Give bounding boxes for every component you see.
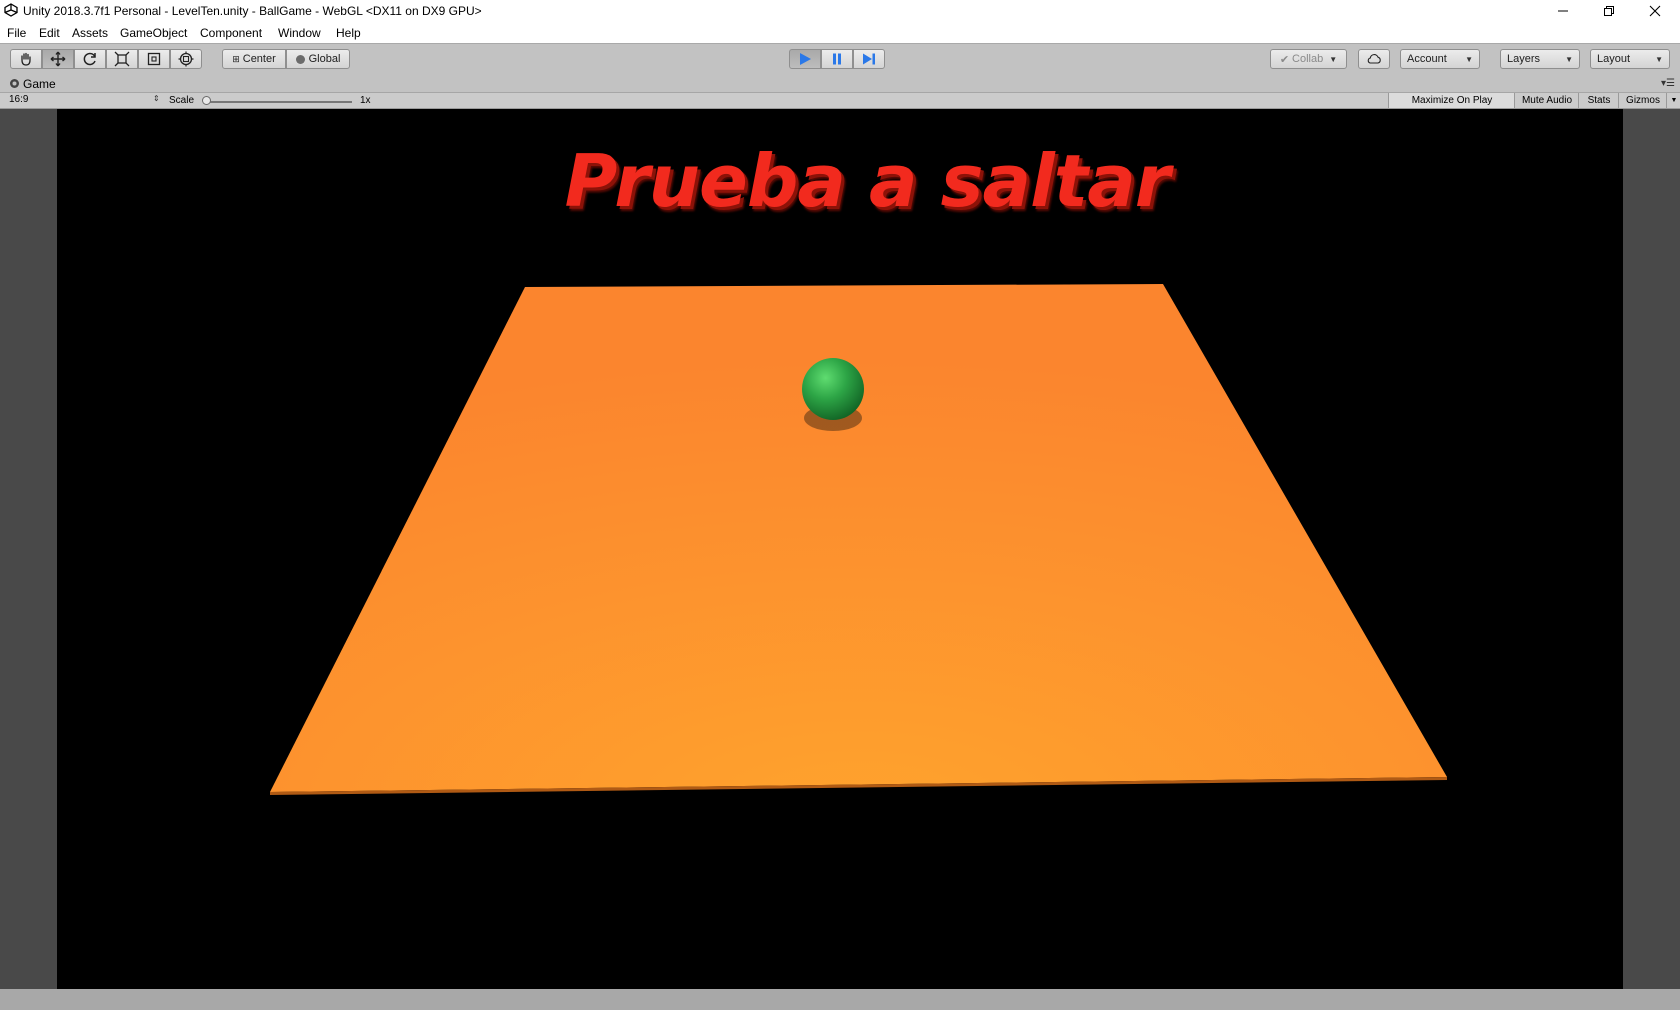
title-bar: Unity 2018.3.7f1 Personal - LevelTen.uni… bbox=[0, 0, 1680, 22]
layers-dropdown-icon: ▼ bbox=[1565, 54, 1573, 64]
rotate-icon bbox=[83, 52, 96, 66]
stats-toggle[interactable]: Stats bbox=[1578, 93, 1619, 108]
status-bar bbox=[0, 989, 1680, 1010]
minimize-icon bbox=[1558, 10, 1568, 12]
gizmos-dropdown-icon[interactable]: ▼ bbox=[1666, 93, 1680, 108]
account-label: Account bbox=[1407, 53, 1447, 65]
layers-label: Layers bbox=[1507, 53, 1541, 65]
game-tab-icon bbox=[10, 79, 19, 88]
collab-label: Collab bbox=[1292, 53, 1324, 65]
pivot-center-icon: ⊞ bbox=[232, 53, 240, 64]
rect-tool-button[interactable] bbox=[138, 49, 170, 69]
account-dropdown[interactable]: Account ▼ bbox=[1400, 49, 1480, 69]
layout-dropdown[interactable]: Layout ▼ bbox=[1590, 49, 1670, 69]
globe-icon bbox=[295, 54, 305, 64]
menu-help[interactable]: Help bbox=[336, 26, 361, 40]
account-dropdown-icon: ▼ bbox=[1465, 54, 1473, 64]
transform-tool-button[interactable] bbox=[170, 49, 202, 69]
layout-label: Layout bbox=[1597, 53, 1631, 65]
collab-dropdown-icon: ▼ bbox=[1329, 54, 1338, 64]
aspect-ratio-dropdown[interactable]: 16:9 bbox=[9, 94, 28, 105]
menu-window[interactable]: Window bbox=[278, 26, 321, 40]
hand-icon bbox=[21, 52, 31, 66]
game-view: Prueba a saltar bbox=[0, 109, 1680, 989]
cloud-icon bbox=[1367, 54, 1381, 64]
transform-icon bbox=[178, 51, 194, 67]
scene-render bbox=[270, 284, 1447, 795]
scale-tool-button[interactable] bbox=[106, 49, 138, 69]
menu-assets[interactable]: Assets bbox=[72, 26, 108, 40]
play-icon bbox=[800, 53, 811, 65]
menu-file[interactable]: File bbox=[7, 26, 26, 40]
pause-icon bbox=[833, 53, 841, 65]
pivot-center-label: Center bbox=[242, 53, 276, 65]
mute-audio-toggle[interactable]: Mute Audio bbox=[1514, 93, 1579, 108]
menu-edit[interactable]: Edit bbox=[39, 26, 60, 40]
scale-label: Scale bbox=[169, 95, 195, 106]
rect-icon bbox=[147, 52, 161, 66]
play-button[interactable] bbox=[789, 49, 821, 69]
restore-icon bbox=[1604, 6, 1614, 16]
close-button[interactable] bbox=[1632, 0, 1678, 22]
pause-button[interactable] bbox=[821, 49, 853, 69]
maximize-on-play-toggle[interactable]: Maximize On Play bbox=[1388, 93, 1515, 108]
gizmos-button[interactable]: Gizmos bbox=[1618, 93, 1667, 108]
check-icon: ✔ bbox=[1279, 53, 1290, 66]
tab-menu-icon[interactable]: ▾☰ bbox=[1661, 78, 1675, 89]
collab-button[interactable]: ✔ Collab ▼ bbox=[1270, 49, 1347, 69]
game-tab-header: Game ▾☰ bbox=[0, 76, 1680, 92]
layers-dropdown[interactable]: Layers ▼ bbox=[1500, 49, 1580, 69]
restore-button[interactable] bbox=[1586, 0, 1632, 22]
hand-tool-button[interactable] bbox=[10, 49, 42, 69]
game-tab[interactable]: Game bbox=[23, 77, 56, 91]
minimize-button[interactable] bbox=[1540, 0, 1586, 22]
unity-logo-icon bbox=[4, 3, 18, 17]
scale-slider-track[interactable] bbox=[206, 101, 352, 103]
step-icon bbox=[863, 53, 875, 65]
game-viewport[interactable]: Prueba a saltar bbox=[57, 109, 1623, 989]
move-tool-button[interactable] bbox=[42, 49, 74, 69]
scale-slider-thumb[interactable] bbox=[202, 96, 211, 105]
close-icon bbox=[1649, 5, 1661, 17]
pivot-global-label: Global bbox=[308, 53, 341, 65]
cloud-button[interactable] bbox=[1358, 49, 1390, 69]
aspect-dropdown-icon[interactable]: ⇕ bbox=[153, 94, 160, 103]
menu-component[interactable]: Component bbox=[200, 26, 262, 40]
menu-gameobject[interactable]: GameObject bbox=[120, 26, 187, 40]
main-toolbar: ⊞ Center Global ✔ Collab ▼ Account ▼ Layers ▼… bbox=[0, 43, 1680, 76]
rotate-tool-button[interactable] bbox=[74, 49, 106, 69]
layout-dropdown-icon: ▼ bbox=[1655, 54, 1663, 64]
game-title-text: Prueba a saltar bbox=[564, 139, 1171, 223]
scale-value: 1x bbox=[360, 95, 371, 106]
move-icon bbox=[50, 51, 66, 67]
game-view-toolbar: 16:9 ⇕ Scale 1x Maximize On Play Mute Au… bbox=[0, 92, 1680, 109]
pivot-global-button[interactable]: Global bbox=[286, 49, 350, 69]
orange-platform bbox=[270, 284, 1447, 792]
menu-bar: File Edit Assets GameObject Component Wi… bbox=[0, 22, 1680, 43]
window-title: Unity 2018.3.7f1 Personal - LevelTen.uni… bbox=[23, 4, 482, 18]
step-button[interactable] bbox=[853, 49, 885, 69]
scale-icon bbox=[114, 51, 130, 67]
green-ball bbox=[802, 358, 864, 420]
pivot-center-button[interactable]: ⊞ Center bbox=[222, 49, 286, 69]
